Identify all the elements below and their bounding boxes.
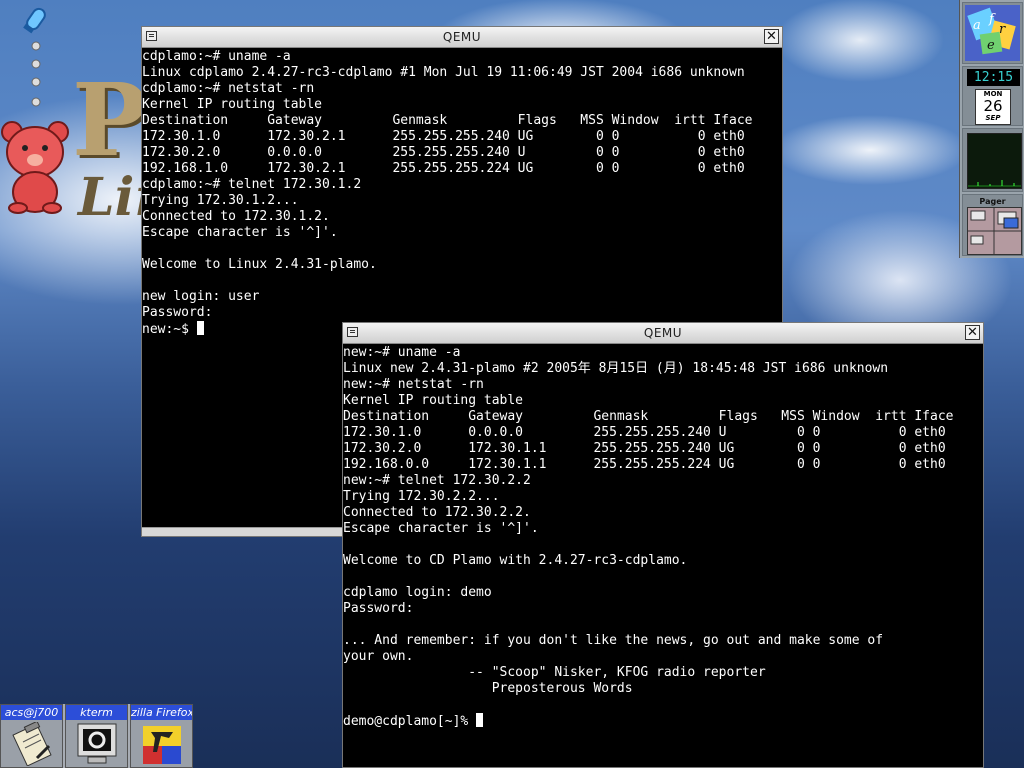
terminal-line: Password: xyxy=(142,305,213,320)
terminal-line: Connected to 172.30.2.2. xyxy=(343,505,531,520)
terminal-line: 172.30.1.0 0.0.0.0 255.255.255.240 U 0 0… xyxy=(343,425,946,440)
close-icon[interactable]: ✕ xyxy=(764,29,779,44)
terminal-line: your own. xyxy=(343,649,414,664)
terminal-line: Escape character is '^]'. xyxy=(142,225,338,240)
terminal-line: 172.30.1.0 172.30.2.1 255.255.255.240 UG… xyxy=(142,129,745,144)
close-icon[interactable]: ✕ xyxy=(965,325,980,340)
launcher-firefox[interactable]: zilla Firefox xyxy=(130,704,193,768)
terminal-line: Welcome to Linux 2.4.31-plamo. xyxy=(142,257,377,272)
svg-text:e: e xyxy=(987,38,995,53)
clock-widget[interactable]: 12:15 MON 26 SEP xyxy=(962,66,1023,126)
calendar-widget: MON 26 SEP xyxy=(975,89,1011,125)
svg-text:a: a xyxy=(973,18,981,33)
cpu-graph-icon xyxy=(968,180,1021,187)
terminal-line: cdplamo login: demo xyxy=(343,585,492,600)
terminal-line: Connected to 172.30.1.2. xyxy=(142,209,330,224)
terminal-line: new:~# telnet 172.30.2.2 xyxy=(343,473,531,488)
svg-text:r: r xyxy=(999,22,1006,37)
terminal-line: Destination Gateway Genmask Flags MSS Wi… xyxy=(343,409,954,424)
afterstep-dock: a f r e 12:15 MON 26 SEP Pager xyxy=(959,0,1024,258)
terminal-line: Destination Gateway Genmask Flags MSS Wi… xyxy=(142,113,753,128)
terminal-line: new:~# netstat -rn xyxy=(343,377,484,392)
clipboard-icon xyxy=(12,722,52,766)
window-title: QEMU xyxy=(643,326,683,340)
terminal-line: Password: xyxy=(343,601,414,616)
terminal-line: Welcome to CD Plamo with 2.4.27-rc3-cdpl… xyxy=(343,553,688,568)
terminal-output[interactable]: new:~# uname -a Linux new 2.4.31-plamo #… xyxy=(343,344,983,730)
calendar-day: 26 xyxy=(983,97,1003,115)
wharf-launcher-bar: acs@j700 kterm zilla Firefox xyxy=(0,704,193,768)
window-titlebar[interactable]: QEMU ✕ xyxy=(142,27,782,48)
pager-widget[interactable]: Pager xyxy=(962,194,1023,256)
logo-letter: P xyxy=(72,61,148,179)
window-titlebar[interactable]: QEMU ✕ xyxy=(343,323,983,344)
terminal-line: ... And remember: if you don't like the … xyxy=(343,633,884,648)
cpu-monitor-widget[interactable] xyxy=(962,128,1023,192)
clock-time: 12:15 xyxy=(967,69,1020,86)
firefox-icon xyxy=(143,726,181,764)
monitor-icon xyxy=(77,723,117,764)
terminal-cursor xyxy=(476,713,484,727)
afterstep-logo-icon: a f r e xyxy=(965,5,1020,61)
terminal-prompt: new:~$ xyxy=(142,322,197,337)
terminal-line: 192.168.1.0 172.30.2.1 255.255.255.224 U… xyxy=(142,161,745,176)
terminal-line: Preposterous Words xyxy=(491,681,633,696)
window-title: QEMU xyxy=(442,30,482,44)
terminal-line: new:~# uname -a xyxy=(343,345,461,360)
pager-desktops[interactable] xyxy=(967,207,1022,255)
launcher-kterm[interactable]: kterm xyxy=(65,704,128,768)
launcher-label: kterm xyxy=(66,705,127,720)
qemu-window-new[interactable]: QEMU ✕ new:~# uname -a Linux new 2.4.31-… xyxy=(342,322,984,768)
terminal-line: cdplamo:~# netstat -rn xyxy=(142,81,315,96)
terminal-line: cdplamo:~# uname -a xyxy=(142,49,291,64)
window-menu-icon[interactable] xyxy=(347,327,358,337)
terminal-line: cdplamo:~# telnet 172.30.1.2 xyxy=(142,177,362,192)
pager-desktops-icon xyxy=(968,208,1021,254)
calendar-month: SEP xyxy=(985,114,1001,122)
terminal-prompt: demo@cdplamo[~]% xyxy=(343,714,477,729)
launcher-label: acs@j700 xyxy=(1,705,62,720)
terminal-line: 192.168.0.0 172.30.1.1 255.255.255.224 U… xyxy=(343,457,946,472)
afterstep-button[interactable]: a f r e xyxy=(962,2,1023,64)
launcher-label: zilla Firefox xyxy=(131,705,192,720)
cpu-graph xyxy=(967,133,1022,189)
launcher-editor[interactable]: acs@j700 xyxy=(0,704,63,768)
pager-label: Pager xyxy=(979,197,1006,206)
terminal-line: Kernel IP routing table xyxy=(142,97,323,112)
bear-mascot-icon xyxy=(1,121,69,214)
terminal-line: 172.30.2.0 0.0.0.0 255.255.255.240 U 0 0… xyxy=(142,145,745,160)
terminal-line: Trying 172.30.2.2... xyxy=(343,489,500,504)
terminal-line: Escape character is '^]'. xyxy=(343,521,539,536)
terminal-line: 172.30.2.0 172.30.1.1 255.255.255.240 UG… xyxy=(343,441,946,456)
terminal-cursor xyxy=(196,321,204,335)
terminal-line: Kernel IP routing table xyxy=(343,393,524,408)
terminal-line: -- "Scoop" Nisker, KFOG radio reporter xyxy=(468,665,766,680)
terminal-line: new login: user xyxy=(142,289,260,304)
terminal-line: Linux new 2.4.31-plamo #2 2005年 8月15日 (月… xyxy=(343,361,889,376)
terminal-line: Trying 172.30.1.2... xyxy=(142,193,299,208)
window-menu-icon[interactable] xyxy=(146,31,157,41)
terminal-output[interactable]: cdplamo:~# uname -a Linux cdplamo 2.4.27… xyxy=(142,48,782,338)
pushpin-icon[interactable] xyxy=(20,6,54,36)
terminal-line: Linux cdplamo 2.4.27-rc3-cdplamo #1 Mon … xyxy=(142,65,745,80)
decoration-dots-icon xyxy=(31,41,41,107)
